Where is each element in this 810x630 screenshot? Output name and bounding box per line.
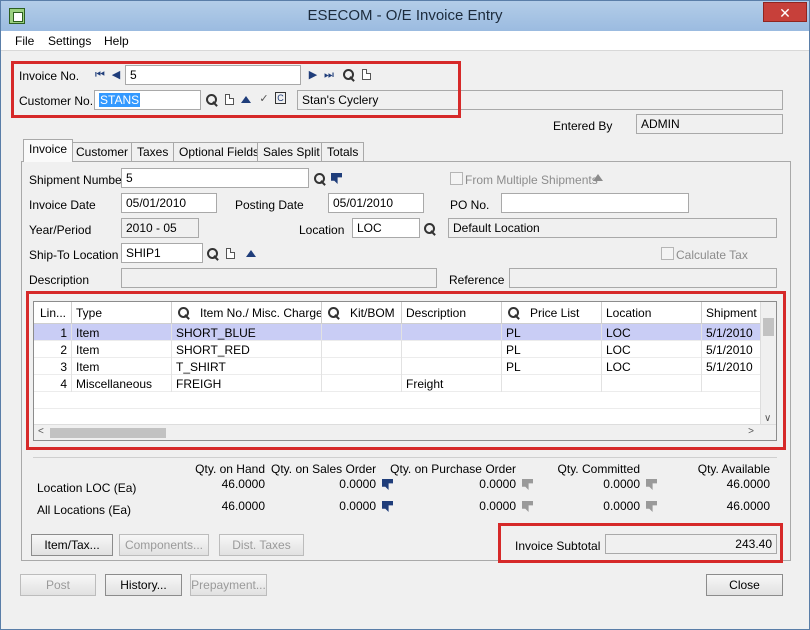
tab-invoice[interactable]: Invoice [23,139,74,162]
qty-available-header: Qty. Available [697,462,770,476]
grid-highlight-box [26,291,786,450]
menu-settings[interactable]: Settings [48,34,91,48]
menu-help[interactable]: Help [104,34,129,48]
qty-value: 46.0000 [221,499,265,513]
post-button[interactable]: Post [20,574,96,596]
menu-file[interactable]: File [15,34,34,48]
components-button[interactable]: Components... [119,534,209,556]
divider [33,457,777,458]
calculate-tax-label: Calculate Tax [676,248,748,262]
shipment-number-label: Shipment Number [29,173,126,187]
location-finder-icon[interactable] [424,223,436,235]
dist-taxes-button[interactable]: Dist. Taxes [219,534,304,556]
po-no-label: PO No. [450,198,490,212]
qty-value: 0.0000 [479,499,516,513]
qty-value: 46.0000 [221,477,265,491]
qty-value: 0.0000 [339,499,376,513]
tab-totals[interactable]: Totals [321,142,365,161]
shipment-number-input[interactable]: 5 [121,168,309,188]
tab-sales-split[interactable]: Sales Split [257,142,326,161]
invoice-entry-window: ESECOM - O/E Invoice Entry ✕ File Settin… [0,0,810,630]
subtotal-highlight-box [498,523,783,563]
description-input[interactable] [121,268,437,288]
qty-committed-header: Qty. Committed [557,462,640,476]
qty-on-hand-header: Qty. on Hand [195,462,265,476]
header-highlight-box [11,61,461,118]
reference-label: Reference [449,273,505,287]
new-ship-to-icon[interactable] [226,248,235,259]
close-button[interactable]: Close [706,574,783,596]
ship-to-up-icon[interactable] [246,250,256,257]
location-description-field: Default Location [448,218,777,238]
history-button[interactable]: History... [105,574,182,596]
window-close-button[interactable]: ✕ [763,2,807,22]
calculate-tax-checkbox[interactable] [661,247,674,260]
reference-input[interactable] [509,268,777,288]
qty-on-purchase-order-header: Qty. on Purchase Order [390,462,516,476]
posting-date-input[interactable]: 05/01/2010 [328,193,424,213]
tab-customer[interactable]: Customer [70,142,135,161]
qty-value: 0.0000 [603,477,640,491]
year-period-label: Year/Period [29,223,92,237]
tab-taxes[interactable]: Taxes [131,142,175,161]
invoice-date-label: Invoice Date [29,198,96,212]
ship-to-input[interactable]: SHIP1 [121,243,203,263]
invoice-date-input[interactable]: 05/01/2010 [121,193,217,213]
menu-bar: File Settings Help [1,31,809,51]
po-no-input[interactable] [501,193,689,213]
entered-by-label: Entered By [553,119,613,133]
ship-to-finder-icon[interactable] [207,248,219,260]
qty-value: 0.0000 [339,477,376,491]
multiple-shipments-up-icon[interactable] [593,174,603,181]
qty-value: 0.0000 [479,477,516,491]
from-multiple-shipments-checkbox[interactable] [450,172,463,185]
qty-value: 0.0000 [603,499,640,513]
tab-optional-fields[interactable]: Optional Fields [173,142,266,161]
qty-all-locations-label: All Locations (Ea) [37,503,132,517]
window-title: ESECOM - O/E Invoice Entry [307,7,503,24]
location-input[interactable]: LOC [352,218,420,238]
year-period-field: 2010 - 05 [121,218,199,238]
ship-to-label: Ship-To Location [29,248,119,262]
title-bar[interactable]: ESECOM - O/E Invoice Entry ✕ [1,1,809,31]
qty-location-label: Location LOC (Ea) [37,481,137,495]
qty-on-sales-order-header: Qty. on Sales Order [271,462,377,476]
description-label: Description [29,273,90,287]
qty-value: 46.0000 [726,477,770,491]
posting-date-label: Posting Date [235,198,304,212]
prepayment-button[interactable]: Prepayment... [190,574,267,596]
location-label: Location [299,223,345,237]
entered-by-field: ADMIN [636,114,783,134]
item-tax-button[interactable]: Item/Tax... [31,534,113,556]
from-multiple-shipments-label: From Multiple Shipments [465,173,598,187]
shipment-finder-icon[interactable] [314,173,326,185]
qty-value: 46.0000 [726,499,770,513]
